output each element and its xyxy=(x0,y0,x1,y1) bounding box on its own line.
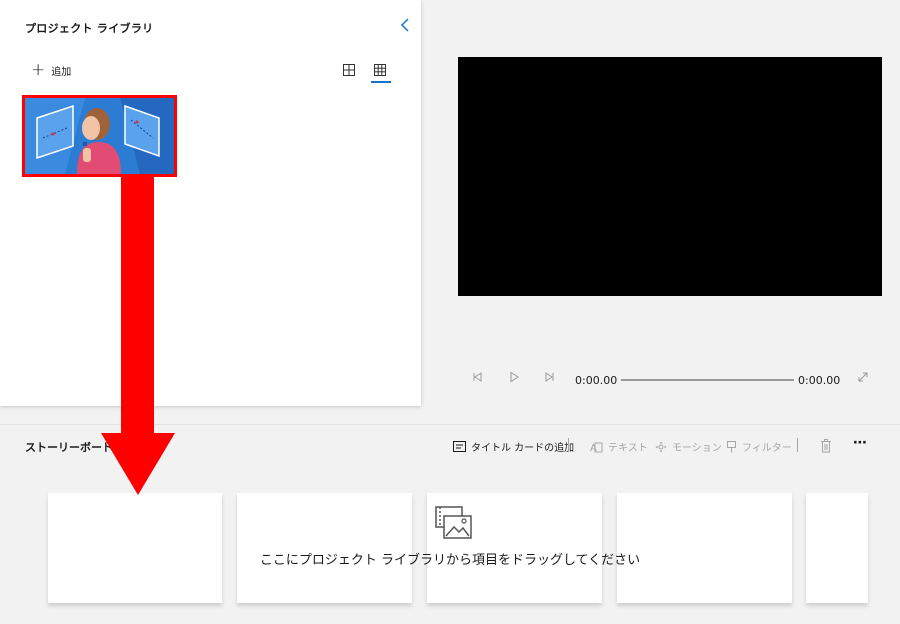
trash-icon xyxy=(821,439,831,453)
next-frame-button[interactable] xyxy=(544,371,556,386)
play-icon xyxy=(510,371,519,383)
step-back-icon xyxy=(473,372,482,382)
previous-frame-button[interactable] xyxy=(471,371,483,386)
play-button[interactable] xyxy=(508,371,520,386)
storyboard-slot xyxy=(617,493,792,603)
project-library-panel: プロジェクト ライブラリ + 追加 xyxy=(0,0,421,406)
drop-media-icon xyxy=(435,506,473,540)
small-thumbnails-view-button[interactable] xyxy=(373,62,389,78)
add-media-label: 追加 xyxy=(51,66,72,78)
media-thumbnail-image xyxy=(25,98,174,174)
text-button[interactable]: A テキスト xyxy=(590,439,648,454)
selected-view-indicator xyxy=(371,81,391,83)
expand-icon xyxy=(858,372,868,382)
motion-icon xyxy=(655,441,667,452)
storyboard-slot xyxy=(48,493,222,603)
chevron-left-icon xyxy=(400,18,409,32)
filter-button[interactable]: フィルター xyxy=(726,439,792,454)
motion-button[interactable]: モーション xyxy=(655,439,722,454)
storyboard-slot xyxy=(806,493,868,603)
more-options-button[interactable]: ⋯ xyxy=(853,435,868,451)
toolbar-divider xyxy=(797,438,798,452)
total-time: 0:00.00 xyxy=(798,374,841,387)
text-icon: A xyxy=(590,442,603,453)
add-title-card-button[interactable]: タイトル カードの追加 xyxy=(453,439,574,454)
grid-small-icon xyxy=(374,64,386,76)
text-label: テキスト xyxy=(608,443,648,454)
motion-label: モーション xyxy=(672,443,722,454)
library-title: プロジェクト ライブラリ xyxy=(25,22,154,35)
add-media-button[interactable]: + 追加 xyxy=(31,60,71,80)
storyboard-slot xyxy=(237,493,412,603)
image-stack-icon xyxy=(435,506,472,539)
collapse-library-button[interactable] xyxy=(398,17,412,37)
delete-button[interactable] xyxy=(820,438,832,457)
annotation-arrow xyxy=(101,177,175,495)
drop-hint-text: ここにプロジェクト ライブラリから項目をドラッグしてください xyxy=(259,553,641,568)
filter-icon xyxy=(727,440,736,452)
toolbar-divider xyxy=(568,438,569,452)
current-time: 0:00.00 xyxy=(575,374,618,387)
seek-bar[interactable] xyxy=(621,379,794,381)
library-media-thumbnail[interactable] xyxy=(22,95,177,177)
grid-large-icon xyxy=(343,64,355,76)
storyboard-title: ストーリーボード xyxy=(25,441,113,454)
step-forward-icon xyxy=(545,372,554,382)
fullscreen-button[interactable] xyxy=(857,371,869,386)
add-title-card-label: タイトル カードの追加 xyxy=(471,443,575,454)
large-thumbnails-view-button[interactable] xyxy=(342,62,358,78)
video-preview xyxy=(458,57,882,296)
title-card-icon xyxy=(453,441,466,452)
filter-label: フィルター xyxy=(742,443,792,454)
plus-icon: + xyxy=(31,60,46,80)
